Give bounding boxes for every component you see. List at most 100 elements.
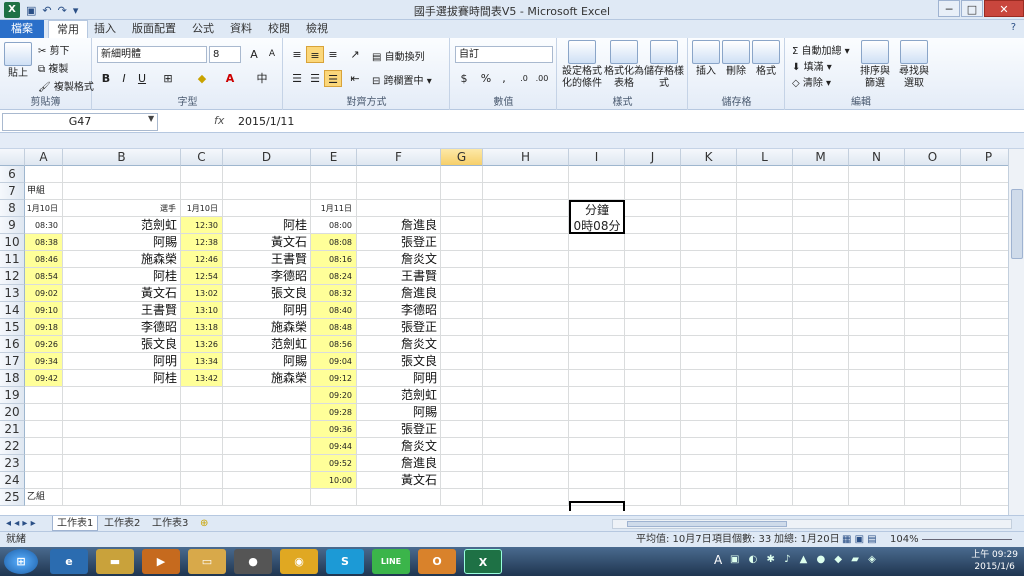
language-indicator[interactable]: A [714,553,722,567]
cell-c6[interactable] [181,166,223,183]
cell-o25[interactable] [905,489,961,506]
cell-f12[interactable]: 王書賢 [357,268,441,285]
cell-k9[interactable] [681,217,737,234]
cell-h17[interactable] [483,353,569,370]
cell-a9[interactable]: 08:30 [25,217,63,234]
column-header-h[interactable]: H [483,149,569,166]
column-header-f[interactable]: F [357,149,441,166]
cell-c8[interactable]: 1月10日 [181,200,223,217]
cell-i14[interactable] [569,302,625,319]
cell-o6[interactable] [905,166,961,183]
cell-o8[interactable] [905,200,961,217]
cell-f22[interactable]: 詹炎文 [357,438,441,455]
cell-j21[interactable] [625,421,681,438]
phonetic-icon[interactable]: 中 [253,70,271,87]
cell-a13[interactable]: 09:02 [25,285,63,302]
cell-e12[interactable]: 08:24 [311,268,357,285]
cell-f24[interactable]: 黃文石 [357,472,441,489]
column-header-d[interactable]: D [223,149,311,166]
cell-h21[interactable] [483,421,569,438]
name-box[interactable]: G47 [2,113,158,131]
cell-m12[interactable] [793,268,849,285]
cell-c7[interactable] [181,183,223,200]
cell-h11[interactable] [483,251,569,268]
row-header-21[interactable]: 21 [0,421,25,438]
cell-c19[interactable] [181,387,223,404]
cell-i20[interactable] [569,404,625,421]
cell-o19[interactable] [905,387,961,404]
cell-j10[interactable] [625,234,681,251]
cell-c24[interactable] [181,472,223,489]
cell-k14[interactable] [681,302,737,319]
cell-g24[interactable] [441,472,483,489]
cell-o23[interactable] [905,455,961,472]
cell-g11[interactable] [441,251,483,268]
cell-j8[interactable] [625,200,681,217]
cell-e9[interactable]: 08:00 [311,217,357,234]
cell-c21[interactable] [181,421,223,438]
cell-a8[interactable]: 1月10日 [25,200,63,217]
cell-p11[interactable] [961,251,1008,268]
cell-p12[interactable] [961,268,1008,285]
cell-n7[interactable] [849,183,905,200]
cell-p13[interactable] [961,285,1008,302]
cell-p22[interactable] [961,438,1008,455]
cell-i12[interactable] [569,268,625,285]
number-format-select[interactable]: 自訂 [455,46,553,63]
cell-f20[interactable]: 阿賜 [357,404,441,421]
cell-l14[interactable] [737,302,793,319]
cell-c18[interactable]: 13:42 [181,370,223,387]
cell-m25[interactable] [793,489,849,506]
cell-p8[interactable] [961,200,1008,217]
cell-l23[interactable] [737,455,793,472]
underline-button[interactable]: U [133,70,151,87]
cell-e6[interactable] [311,166,357,183]
cell-m17[interactable] [793,353,849,370]
row-header-14[interactable]: 14 [0,302,25,319]
cell-i22[interactable] [569,438,625,455]
cell-c25[interactable] [181,489,223,506]
cell-h6[interactable] [483,166,569,183]
cell-a17[interactable]: 09:34 [25,353,63,370]
cell-i10[interactable] [569,234,625,251]
tab-home[interactable]: 常用 [48,20,88,38]
format-painter-button[interactable]: 🖌 複製格式 [38,78,94,93]
cell-m11[interactable] [793,251,849,268]
worksheet-grid[interactable]: A B C D E F G H I J K L M N O P 6 7 甲組 8 1月10日 選手 1月10日 1月11日 9 0… [0,149,1008,515]
cell-d10[interactable]: 黃文石 [223,234,311,251]
cell-b14[interactable]: 王書賢 [63,302,181,319]
cell-n21[interactable] [849,421,905,438]
cell-h20[interactable] [483,404,569,421]
cell-k11[interactable] [681,251,737,268]
cell-k21[interactable] [681,421,737,438]
find-select-button[interactable]: 尋找與選取 [896,40,932,90]
cell-n23[interactable] [849,455,905,472]
cell-b15[interactable]: 李德昭 [63,319,181,336]
cell-g6[interactable] [441,166,483,183]
start-button-icon[interactable]: ⊞ [4,549,38,574]
cell-d25[interactable] [223,489,311,506]
cell-n11[interactable] [849,251,905,268]
row-header-24[interactable]: 24 [0,472,25,489]
cell-h7[interactable] [483,183,569,200]
cell-g17[interactable] [441,353,483,370]
cell-g22[interactable] [441,438,483,455]
cell-o9[interactable] [905,217,961,234]
cell-f23[interactable]: 詹進良 [357,455,441,472]
cell-j14[interactable] [625,302,681,319]
cell-h16[interactable] [483,336,569,353]
cell-e20[interactable]: 09:28 [311,404,357,421]
indent-icon[interactable]: ⇤ [346,70,364,87]
cell-n24[interactable] [849,472,905,489]
cell-h13[interactable] [483,285,569,302]
column-header-j[interactable]: J [625,149,681,166]
cell-d23[interactable] [223,455,311,472]
cell-p7[interactable] [961,183,1008,200]
cell-e8[interactable]: 1月11日 [311,200,357,217]
cell-a19[interactable] [25,387,63,404]
cell-b18[interactable]: 阿桂 [63,370,181,387]
cell-i21[interactable] [569,421,625,438]
cell-h25[interactable] [483,489,569,506]
cell-n13[interactable] [849,285,905,302]
cell-o14[interactable] [905,302,961,319]
